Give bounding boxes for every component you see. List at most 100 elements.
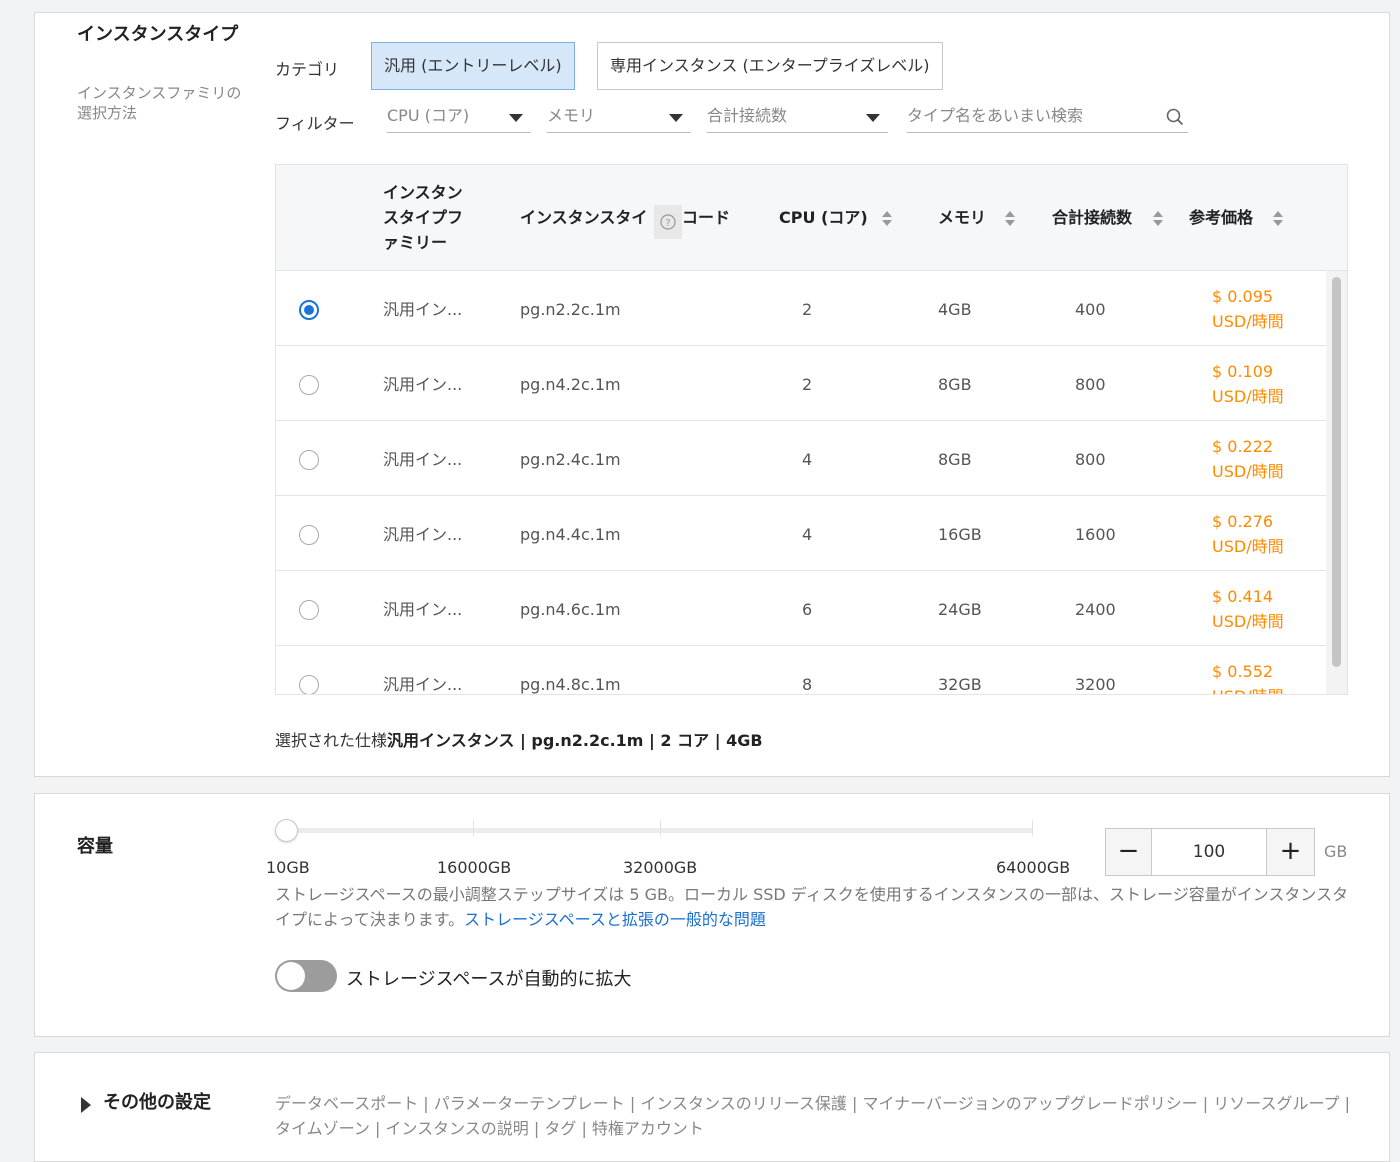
cell-cpu: 6 xyxy=(802,600,813,619)
cell-connections: 1600 xyxy=(1075,525,1116,544)
connections-filter-placeholder: 合計接続数 xyxy=(707,106,788,125)
auto-expand-toggle[interactable] xyxy=(275,960,337,992)
toggle-knob xyxy=(277,962,305,990)
cell-price-unit: USD/時間 xyxy=(1212,312,1284,331)
other-settings-title[interactable]: その他の設定 xyxy=(103,1093,211,1113)
cell-memory: 4GB xyxy=(938,300,972,319)
memory-filter-select[interactable]: メモリ xyxy=(547,101,691,133)
search-icon[interactable] xyxy=(1166,108,1184,126)
auto-expand-label: ストレージスペースが自動的に拡大 xyxy=(346,969,632,990)
category-dedicated-button[interactable]: 専用インスタンス (エンタープライズレベル) xyxy=(597,42,943,90)
table-header: インスタンスタイプファミリー インスタンスタイ ? コード CPU (コア) メ… xyxy=(276,165,1347,271)
cell-price-unit: USD/時間 xyxy=(1212,612,1284,631)
col-connections-header[interactable]: 合計接続数 xyxy=(1052,205,1132,230)
col-price-header[interactable]: 参考価格 xyxy=(1189,205,1253,230)
expand-caret-icon[interactable] xyxy=(81,1097,91,1113)
sort-connections-icon[interactable] xyxy=(1153,211,1163,227)
increase-button[interactable]: + xyxy=(1266,829,1314,875)
selected-spec: 選択された仕様汎用インスタンス | pg.n2.2c.1m | 2 コア | 4… xyxy=(275,727,763,751)
sort-price-icon[interactable] xyxy=(1273,211,1283,227)
slider-label-64000: 64000GB xyxy=(996,858,1071,877)
cell-price: $ 0.276 xyxy=(1212,512,1274,531)
instance-type-title: インスタンスタイプ xyxy=(77,24,239,45)
cell-connections: 2400 xyxy=(1075,600,1116,619)
cell-cpu: 2 xyxy=(802,300,813,319)
cell-price: $ 0.552 xyxy=(1212,662,1274,681)
cell-memory: 16GB xyxy=(938,525,982,544)
caret-down-icon xyxy=(669,114,683,122)
capacity-help-link[interactable]: ストレージスペースと拡張の一般的な問題 xyxy=(464,910,766,929)
sort-cpu-icon[interactable] xyxy=(882,211,892,227)
selected-spec-value: 汎用インスタンス | pg.n2.2c.1m | 2 コア | 4GB xyxy=(387,731,763,750)
row-radio[interactable] xyxy=(299,375,319,395)
cell-code: pg.n2.4c.1m xyxy=(520,450,621,469)
cell-family: 汎用イン... xyxy=(383,600,463,619)
capacity-unit: GB xyxy=(1324,842,1348,861)
cell-memory: 32GB xyxy=(938,675,982,694)
table-row[interactable]: 汎用イン... pg.n4.2c.1m 2 8GB 800 $ 0.109 US… xyxy=(276,346,1326,421)
cell-code: pg.n4.8c.1m xyxy=(520,675,621,694)
cell-code: pg.n2.2c.1m xyxy=(520,300,621,319)
type-search-placeholder: タイプ名をあいまい検索 xyxy=(907,106,1084,125)
cell-connections: 800 xyxy=(1075,375,1106,394)
row-radio[interactable] xyxy=(299,675,319,694)
table-row[interactable]: 汎用イン... pg.n2.4c.1m 4 8GB 800 $ 0.222 US… xyxy=(276,421,1326,496)
table-row[interactable]: 汎用イン... pg.n2.2c.1m 2 4GB 400 $ 0.095 US… xyxy=(276,271,1326,346)
cell-code: pg.n4.6c.1m xyxy=(520,600,621,619)
table-row[interactable]: 汎用イン... pg.n4.6c.1m 6 24GB 2400 $ 0.414 … xyxy=(276,571,1326,646)
cell-memory: 8GB xyxy=(938,450,972,469)
table-scrollbar-thumb[interactable] xyxy=(1332,277,1341,667)
cell-family: 汎用イン... xyxy=(383,525,463,544)
cell-price: $ 0.222 xyxy=(1212,437,1274,456)
connections-filter-select[interactable]: 合計接続数 xyxy=(707,101,888,133)
capacity-panel: 容量 10GB 16000GB 32000GB 64000GB − 100 + … xyxy=(34,793,1390,1037)
cell-family: 汎用イン... xyxy=(383,300,463,319)
type-search-input[interactable]: タイプ名をあいまい検索 xyxy=(907,101,1188,133)
cpu-filter-select[interactable]: CPU (コア) xyxy=(387,101,531,133)
table-row[interactable]: 汎用イン... pg.n4.8c.1m 8 32GB 3200 $ 0.552 … xyxy=(276,646,1326,694)
capacity-slider-handle[interactable] xyxy=(275,819,298,842)
cell-cpu: 4 xyxy=(802,525,813,544)
cell-price-unit: USD/時間 xyxy=(1212,684,1284,694)
col-code-header-tail: コード xyxy=(682,208,731,227)
capacity-input[interactable]: 100 xyxy=(1153,829,1265,875)
row-radio[interactable] xyxy=(299,525,319,545)
capacity-stepper: − 100 + xyxy=(1105,828,1315,876)
capacity-note: ストレージスペースの最小調整ステップサイズは 5 GB。ローカル SSD ディス… xyxy=(275,882,1350,932)
cpu-filter-placeholder: CPU (コア) xyxy=(387,106,470,125)
selected-spec-label: 選択された仕様 xyxy=(275,731,388,750)
col-cpu-header[interactable]: CPU (コア) xyxy=(779,205,868,230)
slider-tick xyxy=(473,820,474,836)
instance-type-panel: インスタンスタイプ インスタンスファミリの選択方法 カテゴリ 汎用 (エントリー… xyxy=(34,12,1390,777)
row-radio[interactable] xyxy=(299,600,319,620)
cell-price-unit: USD/時間 xyxy=(1212,537,1284,556)
caret-down-icon xyxy=(866,114,880,122)
help-icon-box[interactable]: ? xyxy=(654,205,682,239)
slider-label-32000: 32000GB xyxy=(623,858,698,877)
cell-connections: 800 xyxy=(1075,450,1106,469)
category-label: カテゴリ xyxy=(275,60,340,79)
cell-price-unit: USD/時間 xyxy=(1212,462,1284,481)
cell-price-unit: USD/時間 xyxy=(1212,387,1284,406)
slider-label-16000: 16000GB xyxy=(437,858,512,877)
filter-label: フィルター xyxy=(275,114,355,133)
question-icon: ? xyxy=(660,214,676,230)
cell-cpu: 8 xyxy=(802,675,813,694)
sort-memory-icon[interactable] xyxy=(1005,211,1015,227)
category-general-button[interactable]: 汎用 (エントリーレベル) xyxy=(371,42,575,90)
memory-filter-placeholder: メモリ xyxy=(547,106,596,125)
slider-label-min: 10GB xyxy=(266,858,310,877)
slider-tick xyxy=(660,820,661,836)
row-radio-selected[interactable] xyxy=(299,300,319,320)
instance-type-table: インスタンスタイプファミリー インスタンスタイ ? コード CPU (コア) メ… xyxy=(275,164,1348,695)
cell-price: $ 0.414 xyxy=(1212,587,1274,606)
caret-down-icon xyxy=(509,114,523,122)
row-radio[interactable] xyxy=(299,450,319,470)
svg-text:?: ? xyxy=(665,218,670,229)
cell-price: $ 0.109 xyxy=(1212,362,1274,381)
cell-cpu: 4 xyxy=(802,450,813,469)
decrease-button[interactable]: − xyxy=(1106,829,1152,875)
table-row[interactable]: 汎用イン... pg.n4.4c.1m 4 16GB 1600 $ 0.276 … xyxy=(276,496,1326,571)
col-memory-header[interactable]: メモリ xyxy=(938,205,986,230)
cell-family: 汎用イン... xyxy=(383,375,463,394)
